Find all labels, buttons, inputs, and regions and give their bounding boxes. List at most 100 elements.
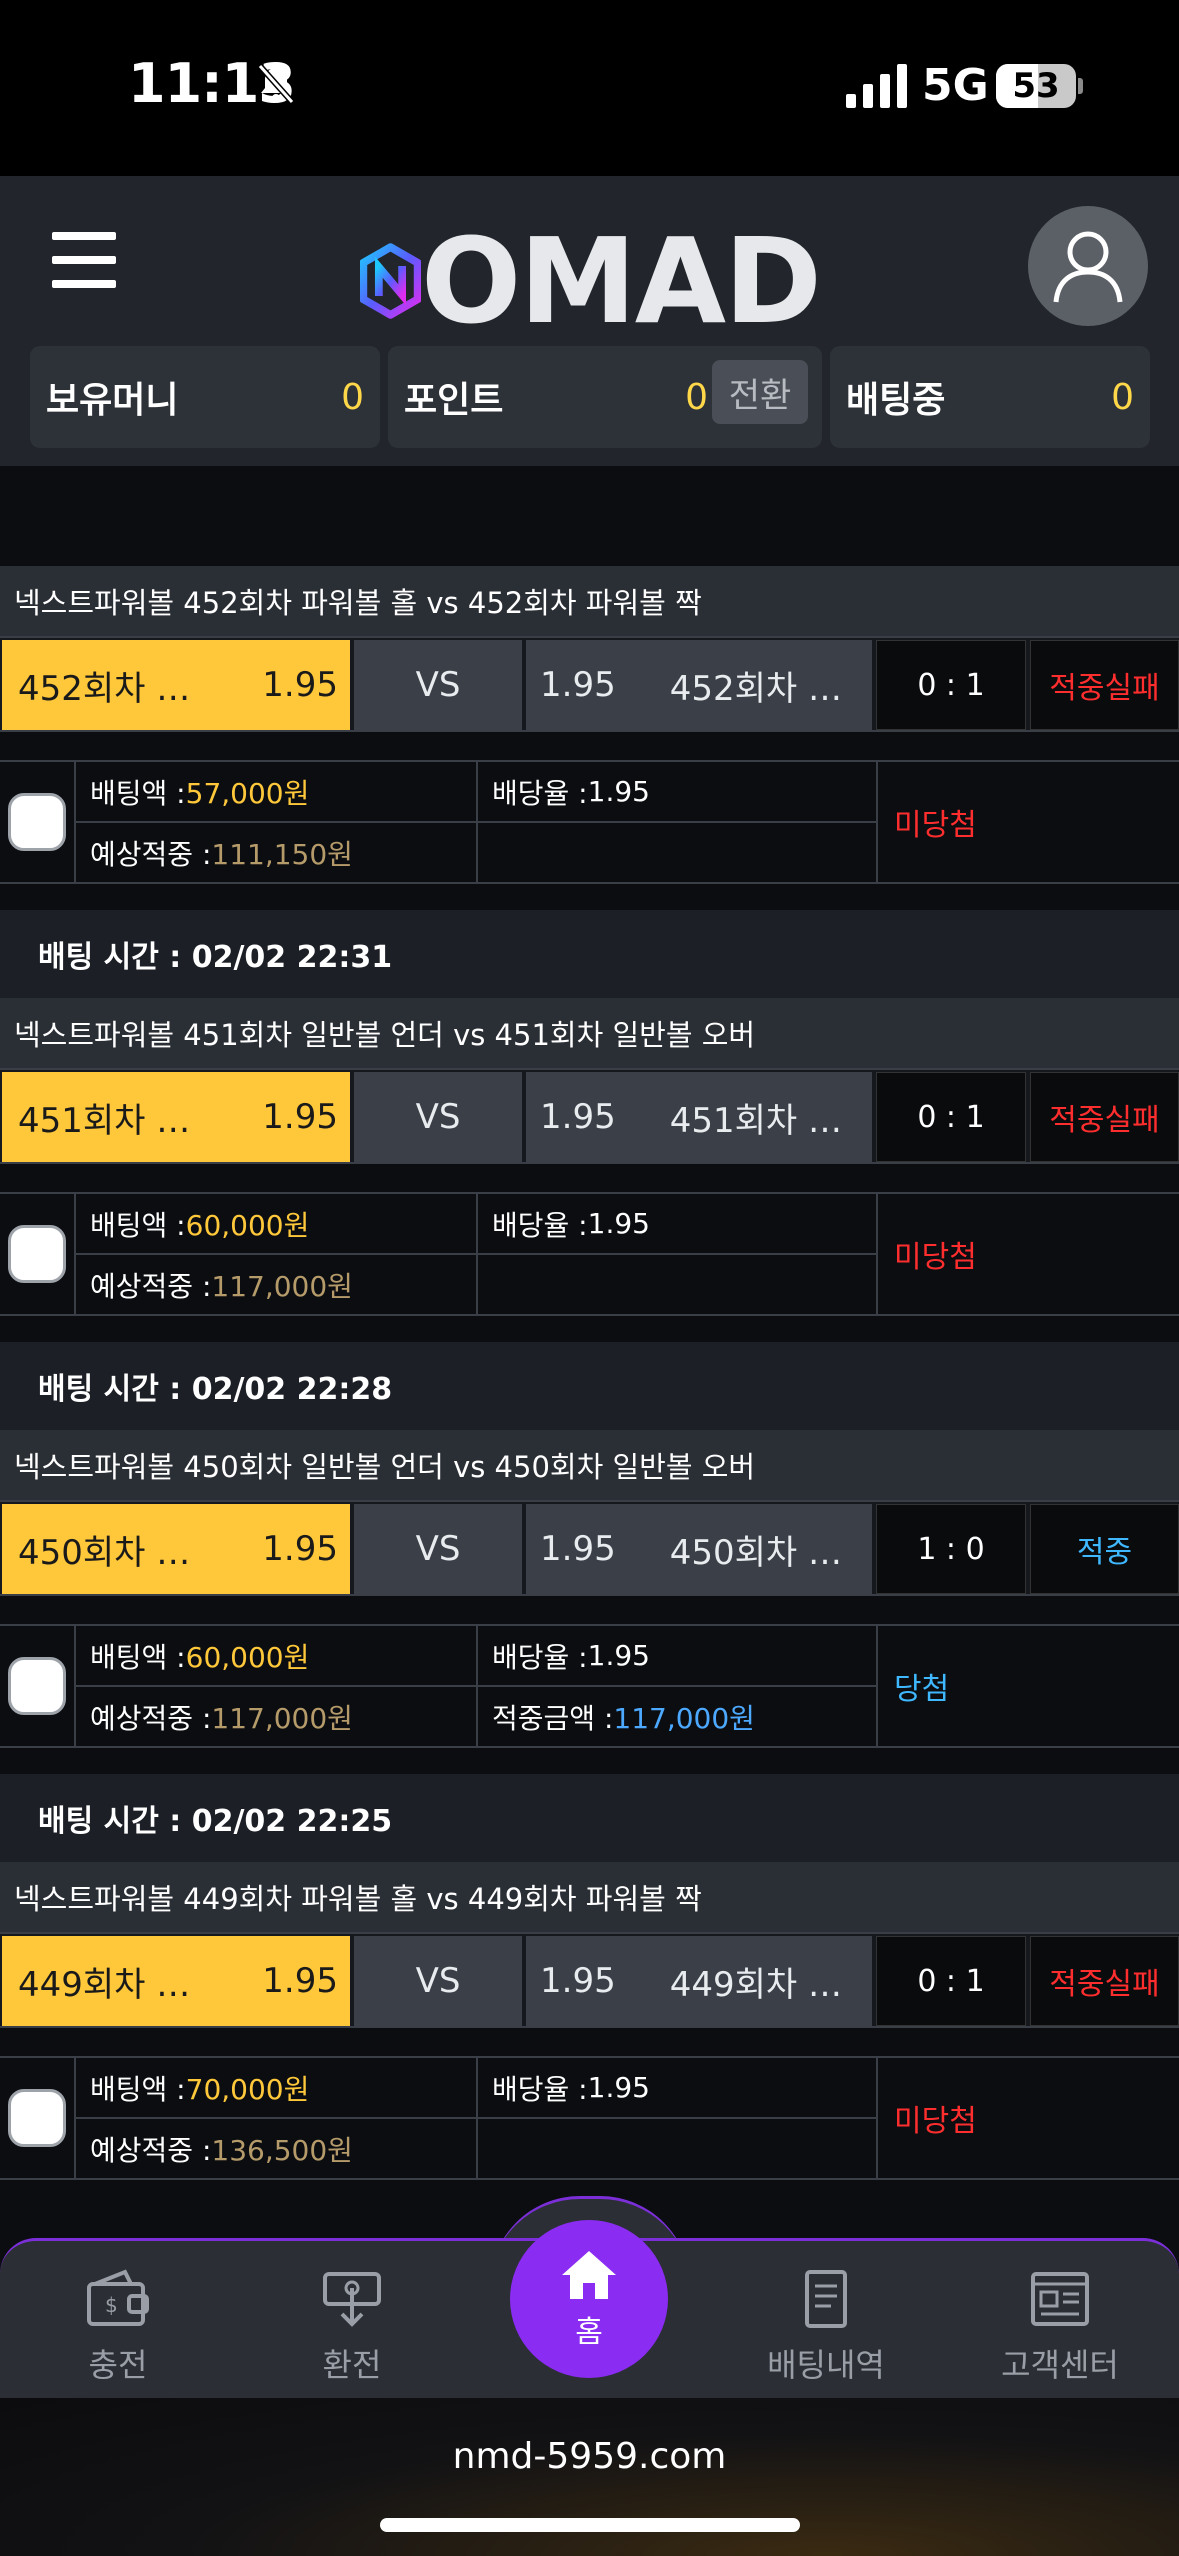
expected-win-cell: 예상적중 :111,150원 [76, 823, 476, 882]
hamburger-menu-icon[interactable] [52, 232, 116, 288]
score: 0 : 1 [876, 640, 1026, 730]
logo-n-mark-icon [360, 243, 421, 319]
battery-percent: 53 [1012, 66, 1060, 106]
nav-support[interactable]: 고객센터 [970, 2268, 1150, 2388]
browser-url-bar[interactable]: nmd-5959.com [0, 2398, 1179, 2556]
nav-withdraw[interactable]: 환전 [262, 2268, 442, 2388]
signal-icon [846, 64, 907, 108]
payout-label: 적중금액 : [492, 1701, 614, 1735]
bet-amount-label: 배팅액 : [90, 776, 186, 810]
score: 1 : 0 [876, 1504, 1026, 1594]
select-checkbox[interactable] [8, 1225, 66, 1283]
bet-status: 당첨 [876, 1626, 1179, 1746]
bet-title: 넥스트파워볼 452회차 파워볼 홀 vs 452회차 파워볼 짝 [0, 566, 1179, 638]
home-option-label: 452회차 … [18, 668, 191, 709]
bet-odds-column: 배당율 :1.95 적중금액 :117,000원 [476, 1626, 876, 1746]
bet-options-row: 452회차 … 1.95 VS 1.95 452회차 … 0 : 1 적중실패 [0, 638, 1179, 732]
expected-win-label: 예상적중 : [90, 837, 212, 871]
bet-status: 미당첨 [876, 1194, 1179, 1314]
balance-betting-label: 배팅중 [846, 380, 946, 421]
home-option-button[interactable]: 451회차 … 1.95 [2, 1072, 350, 1162]
bet-separator [0, 884, 1179, 910]
select-checkbox[interactable] [8, 793, 66, 851]
expected-win-cell: 예상적중 :136,500원 [76, 2119, 476, 2178]
bell-muted-icon [257, 64, 295, 104]
away-option-button[interactable]: 1.95 450회차 … [526, 1504, 872, 1594]
vs-label: VS [354, 1936, 522, 2026]
odds-cell: 배당율 :1.95 [478, 1626, 876, 1687]
odds-label: 배당율 : [492, 1208, 588, 1242]
nav-bet-history[interactable]: 배팅내역 [736, 2268, 916, 2388]
bet-amount-cell: 배팅액 :60,000원 [76, 1626, 476, 1687]
bet-detail-row: 배팅액 :57,000원 예상적중 :111,150원 배당율 :1.95 미당… [0, 760, 1179, 884]
result-label: 적중실패 [1030, 1936, 1179, 2026]
bet-detail-row: 배팅액 :60,000원 예상적중 :117,000원 배당율 :1.95 미당… [0, 1192, 1179, 1316]
convert-points-button[interactable]: 전환 [712, 360, 808, 424]
bet-title: 넥스트파워볼 451회차 일반볼 언더 vs 451회차 일반볼 오버 [0, 998, 1179, 1070]
user-avatar-icon[interactable] [1028, 206, 1148, 326]
bet-status-label: 미당첨 [894, 1240, 977, 1275]
away-option-button[interactable]: 1.95 452회차 … [526, 640, 872, 730]
document-icon [805, 2270, 847, 2328]
home-indicator[interactable] [380, 2518, 800, 2532]
nav-deposit-label: 충전 [88, 2346, 148, 2384]
home-option-button[interactable]: 450회차 … 1.95 [2, 1504, 350, 1594]
bet-separator [0, 1748, 1179, 1774]
bet-amount-value: 70,000원 [185, 2072, 310, 2106]
bet-title: 넥스트파워볼 449회차 파워볼 홀 vs 449회차 파워볼 짝 [0, 1862, 1179, 1934]
expected-win-value: 136,500원 [211, 2133, 353, 2167]
bet-odds-column: 배당율 :1.95 [476, 1194, 876, 1314]
balance-points-value: 0 [685, 376, 708, 418]
bet-odds-column: 배당율 :1.95 [476, 762, 876, 882]
bet-status-label: 당첨 [894, 1672, 950, 1707]
bet-amount-value: 60,000원 [185, 1640, 310, 1674]
expected-win-label: 예상적중 : [90, 1269, 212, 1303]
expected-win-value: 117,000원 [211, 1701, 353, 1735]
away-option-odds: 1.95 [540, 1961, 616, 2001]
select-checkbox-cell [0, 1626, 74, 1746]
bet-amount-label: 배팅액 : [90, 2072, 186, 2106]
header-spacer [0, 466, 1179, 566]
home-option-odds: 1.95 [262, 665, 338, 705]
row-gap [0, 1596, 1179, 1624]
nav-home-button[interactable]: 홈 [510, 2220, 668, 2378]
bet-amount-value: 57,000원 [185, 776, 310, 810]
home-option-odds: 1.95 [262, 1097, 338, 1137]
away-option-button[interactable]: 1.95 451회차 … [526, 1072, 872, 1162]
bet-amount-cell: 배팅액 :57,000원 [76, 762, 476, 823]
vs-label: VS [354, 1504, 522, 1594]
svg-text:$: $ [105, 2293, 118, 2317]
withdraw-icon [323, 2272, 381, 2327]
home-icon [562, 2251, 616, 2299]
bet-odds-column: 배당율 :1.95 [476, 2058, 876, 2178]
balance-money-label: 보유머니 [46, 380, 179, 421]
expected-win-cell: 예상적중 :117,000원 [76, 1687, 476, 1746]
home-option-button[interactable]: 449회차 … 1.95 [2, 1936, 350, 2026]
bet-time: 배팅 시간 : 02/02 22:25 [0, 1774, 1179, 1862]
bet-amount-column: 배팅액 :60,000원 예상적중 :117,000원 [74, 1626, 476, 1746]
balance-betting: 배팅중 0 [830, 346, 1150, 448]
select-checkbox[interactable] [8, 2089, 66, 2147]
score: 0 : 1 [876, 1072, 1026, 1162]
nav-home-label: 홈 [575, 2315, 603, 2350]
away-option-label: 451회차 … [669, 1100, 842, 1141]
odds-value: 1.95 [587, 1207, 650, 1240]
home-option-label: 449회차 … [18, 1964, 191, 2005]
bet-amount-column: 배팅액 :70,000원 예상적중 :136,500원 [74, 2058, 476, 2178]
bet-amount-label: 배팅액 : [90, 1640, 186, 1674]
odds-value: 1.95 [587, 1639, 650, 1672]
nav-deposit[interactable]: $ 충전 [28, 2268, 208, 2388]
row-gap [0, 1164, 1179, 1192]
nomad-logo[interactable]: OMAD [360, 206, 822, 356]
wallet-icon: $ [87, 2269, 149, 2326]
balance-summary: 보유머니 0 포인트 0 전환 배팅중 0 [30, 346, 1150, 448]
bet-title: 넥스트파워볼 450회차 일반볼 언더 vs 450회차 일반볼 오버 [0, 1430, 1179, 1502]
bet-separator [0, 1316, 1179, 1342]
bet-amount-column: 배팅액 :57,000원 예상적중 :111,150원 [74, 762, 476, 882]
away-option-button[interactable]: 1.95 449회차 … [526, 1936, 872, 2026]
home-option-button[interactable]: 452회차 … 1.95 [2, 640, 350, 730]
payout-cell [478, 2119, 876, 2178]
select-checkbox[interactable] [8, 1657, 66, 1715]
away-option-label: 449회차 … [669, 1964, 842, 2005]
battery-indicator: 53 [996, 64, 1076, 108]
